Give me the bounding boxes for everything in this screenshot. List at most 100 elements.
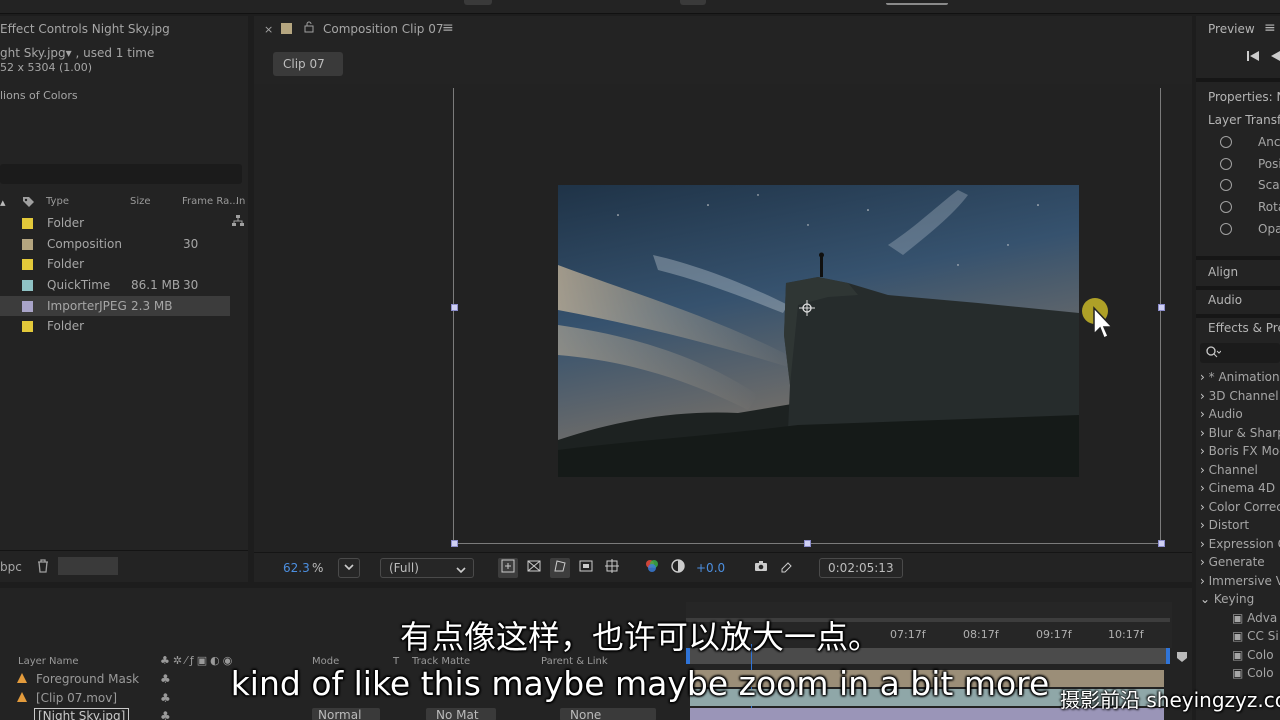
project-item-row[interactable]: Composition 30 [0, 234, 230, 254]
bit-depth-button[interactable]: bpc [0, 560, 22, 574]
close-icon[interactable]: × [264, 23, 273, 36]
comp-label-chip[interactable] [281, 23, 292, 34]
chevron-right-icon[interactable]: › [1200, 518, 1209, 532]
transform-handle[interactable] [804, 540, 811, 547]
resolution-dropdown[interactable]: (Full) [380, 558, 474, 578]
toolbar-tab[interactable] [680, 0, 706, 5]
align-panel-title[interactable]: Align [1208, 265, 1238, 279]
effects-category-3[interactable]: › Blur & Sharp [1200, 426, 1280, 440]
stopwatch-icon[interactable] [1220, 179, 1232, 191]
project-item-row[interactable]: Folder [0, 213, 244, 233]
chevron-right-icon[interactable]: › [1200, 574, 1209, 588]
skip-to-start-icon[interactable] [1246, 50, 1260, 65]
project-item-row[interactable]: QuickTime 86.1 MB 30 [0, 275, 230, 295]
show-snapshot-icon[interactable] [777, 558, 797, 578]
chevron-right-icon[interactable]: › [1200, 426, 1209, 440]
shy-switch-icon[interactable]: ♣ [160, 709, 171, 720]
transparency-grid-icon[interactable] [524, 558, 544, 578]
exposure-value[interactable]: +0.0 [696, 561, 725, 581]
lock-icon[interactable] [304, 21, 314, 36]
layer-name[interactable]: [Night Sky.jpg] [34, 708, 130, 720]
label-color-chip[interactable] [22, 259, 33, 270]
region-of-interest-icon[interactable] [576, 558, 596, 578]
zoom-value[interactable]: 62.3 [283, 561, 310, 581]
properties-panel-title[interactable]: Properties: Ni [1208, 90, 1280, 104]
zoom-dropdown-button[interactable] [338, 558, 360, 578]
label-color-chip[interactable] [22, 218, 33, 229]
previous-frame-icon[interactable] [1270, 50, 1280, 65]
project-item-row-selected[interactable]: ImporterJPEG 2.3 MB [0, 296, 230, 316]
effects-category-0[interactable]: › * Animation [1200, 370, 1280, 384]
flowchart-icon[interactable] [231, 214, 245, 231]
project-item-row[interactable]: Folder [0, 316, 230, 336]
mask-visibility-icon[interactable] [550, 558, 570, 578]
composition-tab-title[interactable]: Composition Clip 07 [323, 22, 444, 36]
chevron-right-icon[interactable]: › [1200, 500, 1209, 514]
effects-category-11[interactable]: › Immersive Vi [1200, 574, 1280, 588]
transform-handle[interactable] [1158, 304, 1165, 311]
transform-handle[interactable] [451, 540, 458, 547]
layer-transform-heading[interactable]: Layer Transfo [1208, 113, 1280, 127]
position-property[interactable]: Posi [1258, 157, 1280, 171]
label-color-chip[interactable] [22, 280, 33, 291]
timeline-layer-row-selected[interactable]: [Night Sky.jpg] ♣ Normal No Mat None [0, 707, 686, 720]
panel-menu-icon[interactable]: ≡ [442, 20, 454, 36]
chevron-right-icon[interactable]: › [1200, 537, 1209, 551]
comp-breadcrumb[interactable]: Clip 07 [273, 52, 343, 76]
rotation-property[interactable]: Rota [1258, 200, 1280, 214]
grid-guides-icon[interactable] [602, 558, 622, 578]
chevron-right-icon[interactable]: › [1200, 389, 1209, 403]
composition-viewer[interactable] [254, 84, 1192, 552]
audio-panel-title[interactable]: Audio [1208, 293, 1242, 307]
in-column-header[interactable]: In [236, 196, 245, 207]
channel-rgb-icon[interactable] [642, 558, 662, 578]
effects-category-2[interactable]: › Audio [1200, 407, 1243, 421]
frame-rate-column-header[interactable]: Frame Ra... [182, 196, 239, 207]
panel-menu-icon[interactable]: ≡ [1264, 20, 1276, 36]
label-color-chip[interactable] [22, 321, 33, 332]
chevron-right-icon[interactable]: › [1200, 407, 1209, 421]
effects-category-6[interactable]: › Cinema 4D [1200, 481, 1275, 495]
anchor-point-property[interactable]: Anc [1258, 135, 1280, 149]
chevron-right-icon[interactable]: › [1200, 463, 1209, 477]
scale-property[interactable]: Scal [1258, 178, 1280, 192]
color-management-icon[interactable] [668, 558, 688, 578]
sort-icon[interactable]: ▴ [0, 196, 6, 209]
stopwatch-icon[interactable] [1220, 136, 1232, 148]
transform-handle[interactable] [451, 304, 458, 311]
parent-dropdown[interactable]: None [560, 708, 656, 720]
stopwatch-icon[interactable] [1220, 158, 1232, 170]
effects-presets-title[interactable]: Effects & Pres [1208, 321, 1280, 335]
chevron-right-icon[interactable]: › [1200, 370, 1209, 384]
effects-category-10[interactable]: › Generate [1200, 555, 1265, 569]
effects-category-5[interactable]: › Channel [1200, 463, 1258, 477]
snapshot-camera-icon[interactable] [751, 558, 771, 578]
label-color-chip[interactable] [22, 301, 33, 312]
opacity-property[interactable]: Opa [1258, 222, 1280, 236]
effects-category-8[interactable]: › Distort [1200, 518, 1249, 532]
label-column-icon[interactable] [22, 196, 35, 211]
transform-handle[interactable] [1158, 540, 1165, 547]
chevron-right-icon[interactable]: › [1200, 555, 1209, 569]
footage-name[interactable]: ght Sky.jpg▾ , used 1 time [0, 46, 154, 60]
effect-controls-title[interactable]: Effect Controls Night Sky.jpg [0, 22, 170, 36]
anchor-point-icon[interactable] [799, 300, 815, 319]
effects-category-4[interactable]: › Boris FX Moc [1200, 444, 1280, 458]
thumbnail-slider[interactable] [58, 557, 118, 575]
night-sky-image[interactable] [558, 185, 1079, 477]
track-matte-dropdown[interactable]: No Mat [426, 708, 496, 720]
type-column-header[interactable]: Type [46, 196, 69, 207]
preview-panel-title[interactable]: Preview [1208, 22, 1255, 36]
size-column-header[interactable]: Size [130, 196, 151, 207]
project-search-input[interactable] [0, 164, 242, 184]
effects-category-12[interactable]: ⌄ Keying [1200, 592, 1254, 606]
chevron-right-icon[interactable]: › [1200, 481, 1209, 495]
project-item-row[interactable]: Folder [0, 254, 230, 274]
blend-mode-dropdown[interactable]: Normal [312, 708, 380, 720]
effects-category-7[interactable]: › Color Correc [1200, 500, 1280, 514]
chevron-down-icon[interactable]: ⌄ [1200, 592, 1214, 606]
stopwatch-icon[interactable] [1220, 201, 1232, 213]
toolbar-tab[interactable] [464, 0, 492, 5]
effects-search-input[interactable] [1200, 343, 1280, 363]
trash-icon[interactable] [36, 558, 50, 576]
